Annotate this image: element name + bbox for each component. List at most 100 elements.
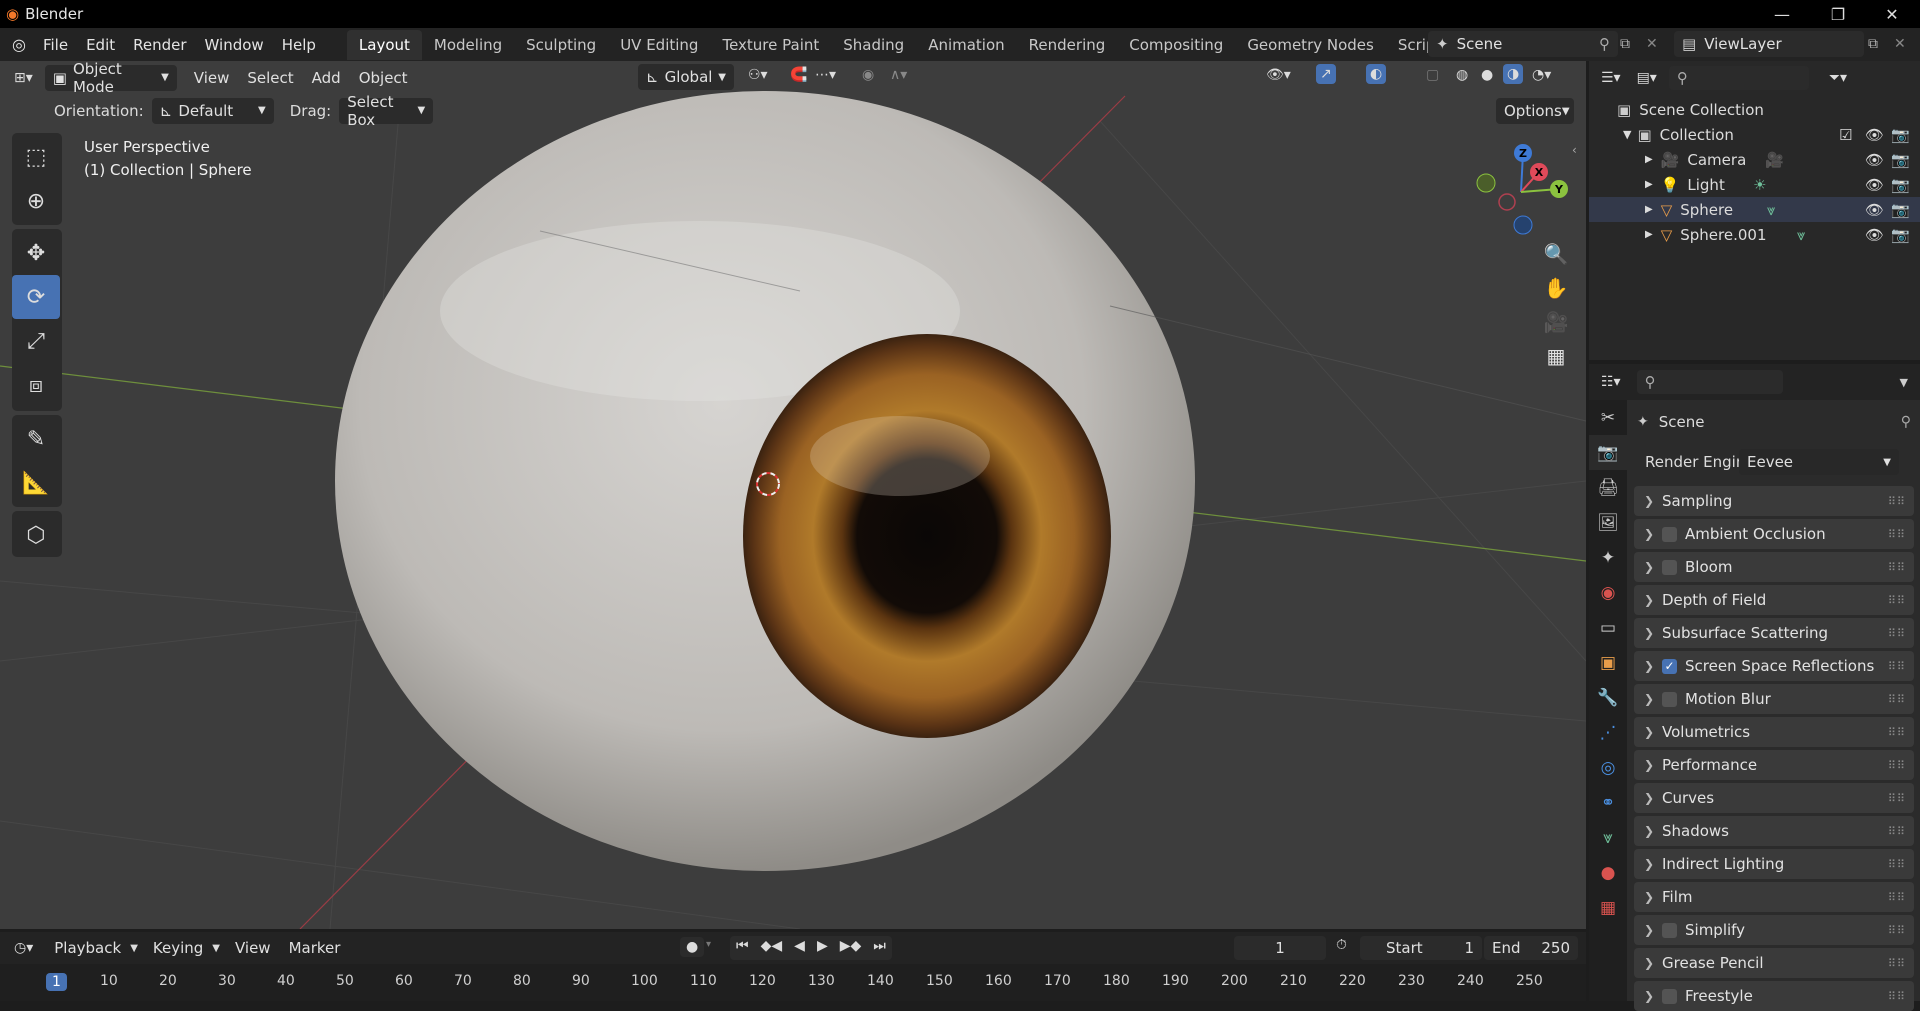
- expand-arrow-icon[interactable]: ▶: [1645, 204, 1653, 215]
- display-mode-icon[interactable]: ▤▾: [1637, 70, 1657, 86]
- eye-icon[interactable]: 👁: [1865, 126, 1884, 144]
- panel-checkbox[interactable]: [1662, 922, 1677, 938]
- remove-scene-icon[interactable]: ✕: [1646, 36, 1658, 52]
- annotate-tool-icon[interactable]: ✎: [12, 417, 60, 461]
- maximize-button[interactable]: ❐: [1810, 0, 1866, 28]
- xray-icon[interactable]: ▢: [1426, 67, 1439, 83]
- panel-checkbox[interactable]: ✓: [1662, 658, 1677, 674]
- tab-shading[interactable]: Shading: [831, 30, 916, 60]
- menu-add[interactable]: Add: [303, 69, 350, 87]
- drag-handle-icon[interactable]: ⠿⠿: [1888, 495, 1906, 508]
- solid-shading-icon[interactable]: ●: [1481, 67, 1493, 83]
- eye-icon[interactable]: 👁: [1865, 151, 1884, 169]
- menu-file[interactable]: File: [34, 36, 77, 54]
- outliner-item-camera[interactable]: ▶ 🎥 Camera 🎥 👁 📷: [1589, 147, 1920, 172]
- mode-selector[interactable]: ▣ Object Mode ▼: [44, 61, 177, 96]
- mesh-data-icon[interactable]: ⩔: [1767, 201, 1775, 219]
- panel-ambient-occlusion[interactable]: ❯ Ambient Occlusion ⠿⠿: [1634, 519, 1914, 549]
- jump-keyframe-forward-icon[interactable]: ▶◆: [834, 936, 868, 960]
- panel-simplify[interactable]: ❯ Simplify ⠿⠿: [1634, 915, 1914, 945]
- end-frame-field[interactable]: End 250: [1484, 936, 1578, 960]
- pan-hand-icon[interactable]: ✋: [1539, 271, 1573, 305]
- material-preview-icon[interactable]: ◑: [1503, 64, 1524, 84]
- rotate-tool-icon[interactable]: ⟳: [12, 275, 60, 319]
- drag-handle-icon[interactable]: ⠿⠿: [1888, 528, 1906, 541]
- menu-playback[interactable]: Playback: [45, 939, 130, 957]
- remove-view-layer-icon[interactable]: ✕: [1894, 36, 1906, 52]
- menu-edit[interactable]: Edit: [77, 36, 124, 54]
- record-options-icon[interactable]: ▾: [706, 939, 711, 950]
- exclude-checkbox-icon[interactable]: ☑: [1839, 126, 1852, 144]
- menu-object[interactable]: Object: [350, 69, 417, 87]
- drag-handle-icon[interactable]: ⠿⠿: [1888, 759, 1906, 772]
- eye-icon[interactable]: 👁: [1865, 176, 1884, 194]
- tab-texture-paint[interactable]: Texture Paint: [710, 30, 831, 60]
- panel-checkbox[interactable]: [1662, 988, 1677, 1004]
- chevron-down-icon[interactable]: ▼: [1900, 376, 1908, 389]
- drag-handle-icon[interactable]: ⠿⠿: [1888, 627, 1906, 640]
- select-box-tool-icon[interactable]: ⬚: [12, 135, 60, 179]
- collection-tab-icon[interactable]: ▭: [1589, 610, 1627, 645]
- editor-type-icon[interactable]: ◷▾: [14, 940, 33, 956]
- tab-geometry-nodes[interactable]: Geometry Nodes: [1235, 30, 1386, 60]
- filter-icon[interactable]: ⏷▾: [1829, 70, 1847, 86]
- panel-sampling[interactable]: ❯ Sampling ⠿⠿: [1634, 486, 1914, 516]
- panel-curves[interactable]: ❯ Curves ⠿⠿: [1634, 783, 1914, 813]
- output-tab-icon[interactable]: 🖨: [1589, 470, 1627, 505]
- panel-motion-blur[interactable]: ❯ Motion Blur ⠿⠿: [1634, 684, 1914, 714]
- panel-screen-space-reflections[interactable]: ❯ ✓ Screen Space Reflections ⠿⠿: [1634, 651, 1914, 681]
- tab-rendering[interactable]: Rendering: [1017, 30, 1118, 60]
- camera-data-icon[interactable]: 🎥: [1765, 151, 1784, 169]
- new-scene-icon[interactable]: ⧉: [1620, 36, 1630, 52]
- sidebar-toggle-icon[interactable]: ‹: [1572, 143, 1577, 157]
- drag-handle-icon[interactable]: ⠿⠿: [1888, 726, 1906, 739]
- navigation-gizmo[interactable]: Z X Y: [1466, 137, 1576, 247]
- drag-handle-icon[interactable]: ⠿⠿: [1888, 957, 1906, 970]
- expand-arrow-icon[interactable]: ▶: [1645, 229, 1653, 240]
- panel-subsurface-scattering[interactable]: ❯ Subsurface Scattering ⠿⠿: [1634, 618, 1914, 648]
- wireframe-shading-icon[interactable]: ◍: [1456, 67, 1468, 83]
- drag-handle-icon[interactable]: ⠿⠿: [1888, 594, 1906, 607]
- proportional-edit-icon[interactable]: ◉: [862, 67, 874, 83]
- falloff-icon[interactable]: ∧▾: [890, 67, 907, 83]
- object-tab-icon[interactable]: ▣: [1589, 645, 1627, 680]
- drag-handle-icon[interactable]: ⠿⠿: [1888, 891, 1906, 904]
- pin-icon[interactable]: ⚲: [1901, 414, 1911, 430]
- render-engine-selector[interactable]: Eevee ▼: [1739, 449, 1899, 475]
- menu-keying[interactable]: Keying: [144, 939, 212, 957]
- panel-indirect-lighting[interactable]: ❯ Indirect Lighting ⠿⠿: [1634, 849, 1914, 879]
- world-tab-icon[interactable]: ◉: [1589, 575, 1627, 610]
- menu-window[interactable]: Window: [196, 36, 273, 54]
- snap-target-icon[interactable]: ⋯▾: [815, 67, 836, 83]
- move-tool-icon[interactable]: ✥: [12, 231, 60, 275]
- play-icon[interactable]: ▶: [811, 936, 834, 960]
- overlays-icon[interactable]: ◐: [1366, 64, 1387, 84]
- start-frame-field[interactable]: Start 1: [1360, 936, 1482, 960]
- render-camera-icon[interactable]: 📷: [1891, 176, 1910, 194]
- cursor-tool-icon[interactable]: ⊕: [12, 179, 60, 223]
- scene-tab-icon[interactable]: ✦: [1589, 540, 1627, 575]
- outliner-item-sphere-001[interactable]: ▶ ▽ Sphere.001 ⩔ 👁 📷: [1589, 222, 1920, 247]
- new-view-layer-icon[interactable]: ⧉: [1868, 36, 1878, 52]
- drag-selector[interactable]: Select Box ▼: [339, 93, 434, 129]
- jump-start-icon[interactable]: ⏮: [730, 936, 755, 960]
- tab-animation[interactable]: Animation: [916, 30, 1016, 60]
- menu-marker[interactable]: Marker: [280, 939, 350, 957]
- menu-view[interactable]: View: [226, 939, 280, 957]
- render-camera-icon[interactable]: 📷: [1891, 201, 1910, 219]
- panel-shadows[interactable]: ❯ Shadows ⠿⠿: [1634, 816, 1914, 846]
- gizmo-toggle-icon[interactable]: ↗: [1316, 64, 1336, 84]
- snap-icon[interactable]: 🧲: [790, 67, 807, 83]
- minimize-button[interactable]: —: [1754, 0, 1810, 28]
- mesh-data-icon[interactable]: ⩔: [1797, 226, 1805, 244]
- outliner-item-sphere[interactable]: ▶ ▽ Sphere ⩔ 👁 📷: [1589, 197, 1920, 222]
- options-button[interactable]: Options ▼: [1496, 98, 1574, 124]
- drag-handle-icon[interactable]: ⠿⠿: [1888, 693, 1906, 706]
- tab-uv-editing[interactable]: UV Editing: [608, 30, 710, 60]
- drag-handle-icon[interactable]: ⠿⠿: [1888, 561, 1906, 574]
- panel-checkbox[interactable]: [1662, 526, 1677, 542]
- frame-ruler[interactable]: 1 10 20 30 40 50 60 70 80 90 100 110 120 130 140 150 160…: [0, 964, 1586, 1001]
- view-layer-tab-icon[interactable]: 🖼: [1589, 505, 1627, 540]
- tab-compositing[interactable]: Compositing: [1117, 30, 1235, 60]
- outliner-collection[interactable]: ▼ ▣ Collection ☑ 👁 📷: [1589, 122, 1920, 147]
